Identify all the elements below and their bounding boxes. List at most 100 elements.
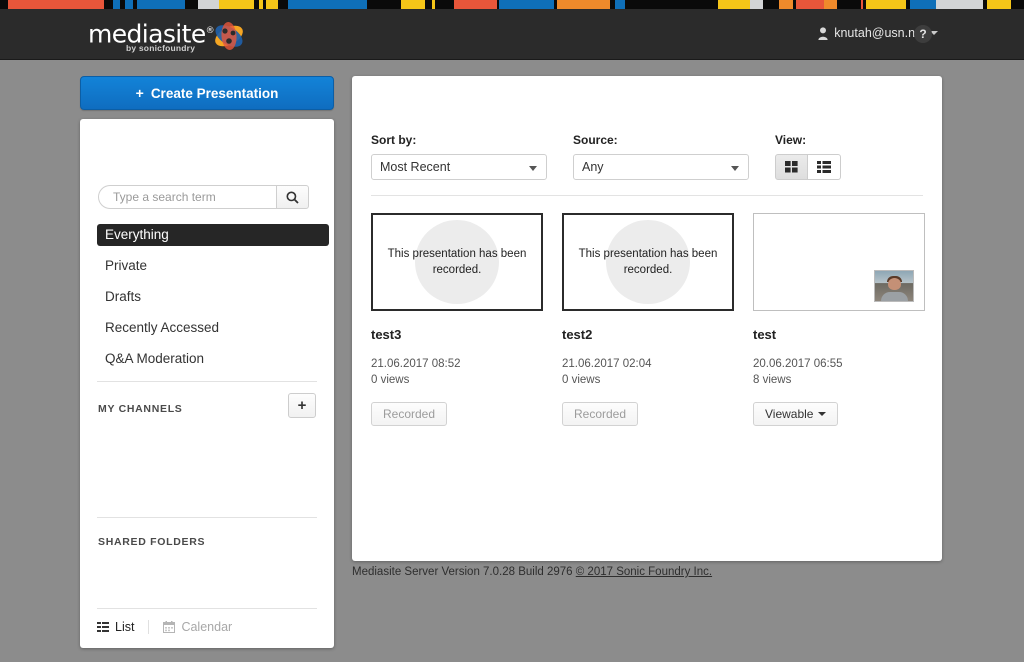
help-button[interactable]: ? [914,25,932,43]
color-strip-segment [277,0,288,9]
color-strip-segment [909,0,937,9]
source-select[interactable]: Any [573,154,749,180]
view-list-button[interactable] [808,154,841,180]
presentation-status-button[interactable]: Recorded [371,402,448,426]
view-toggle [775,154,841,180]
source-value: Any [582,160,604,174]
sidebar-bottom-tabs: List Calendar [97,608,317,634]
color-strip-segment [1010,0,1024,9]
sidebar-panel: Everything Private Drafts Recently Acces… [80,119,334,648]
sidebar-item-private[interactable]: Private [97,255,317,277]
color-strip-segment [287,0,368,9]
shared-folders-heading: SHARED FOLDERS [98,536,206,548]
sort-by-label: Sort by: [371,133,417,147]
presentation-date: 21.06.2017 02:04 [562,358,652,370]
search-button[interactable] [276,185,309,209]
view-group: View: [775,133,841,180]
presentation-status-button[interactable]: Viewable [753,402,839,426]
color-strip-segment [718,0,750,9]
copyright-link[interactable]: © 2017 Sonic Foundry Inc. [576,566,712,578]
color-strip-segment [936,0,983,9]
color-strip-segment [425,0,433,9]
sidebar-item-drafts[interactable]: Drafts [97,286,317,308]
color-strip-segment [615,0,626,9]
presentation-views: 0 views [371,374,410,386]
presentation-date: 21.06.2017 08:52 [371,358,461,370]
sidebar-item-everything[interactable]: Everything [97,224,329,246]
sort-by-group: Sort by: Most Recent [371,133,547,180]
search-row [98,185,309,209]
calendar-icon [163,621,176,633]
presentation-title[interactable]: test3 [371,327,543,342]
presentation-card: This presentation has been recorded. tes… [562,213,734,426]
sidebar-item-qa-moderation[interactable]: Q&A Moderation [97,348,317,370]
color-strip-segment [136,0,185,9]
sort-by-value: Most Recent [380,160,451,174]
color-strip-segment [866,0,907,9]
page-footer: Mediasite Server Version 7.0.28 Build 29… [352,566,712,578]
sort-by-select[interactable]: Most Recent [371,154,547,180]
tab-list-label: List [115,620,135,634]
presentation-status-label: Recorded [574,407,627,421]
sidebar-divider-1 [97,381,317,382]
color-strip-segment [8,0,105,9]
toolbar-divider [371,195,923,196]
view-grid-button[interactable] [775,154,808,180]
search-input[interactable] [98,185,276,209]
color-strip-segment [0,0,9,9]
presentation-status-button[interactable]: Recorded [562,402,639,426]
presentation-status-label: Recorded [383,407,436,421]
add-channel-button[interactable]: + [288,393,316,418]
color-strip-segment [499,0,554,9]
color-strip-segment [104,0,113,9]
sidebar-nav-list: Everything Private Drafts Recently Acces… [97,224,329,379]
color-strip-segment [987,0,1011,9]
color-strip-segment [453,0,497,9]
presentation-status-label: Viewable [765,407,814,421]
user-email-label: knutah@usn.no [834,26,922,40]
chevron-down-icon [818,412,827,416]
sonicfoundry-atom-icon [215,22,243,50]
app-header: mediasite® by sonicfoundry knutah@usn.no… [0,9,1024,60]
presentation-card: This presentation has been recorded. tes… [371,213,543,426]
color-strip-segment [779,0,793,9]
presentation-card: test 20.06.2017 06:55 8 views Viewable [753,213,925,426]
presentation-thumbnail[interactable] [753,213,925,311]
content-toolbar: Sort by: Most Recent Source: Any View: [371,133,867,180]
color-strip-segment [749,0,763,9]
sidebar-divider-2 [97,517,317,518]
create-presentation-label: Create Presentation [150,85,279,101]
create-presentation-button[interactable]: + Create Presentation [80,76,334,110]
presentation-thumbnail[interactable]: This presentation has been recorded. [371,213,543,311]
color-strip-segment [625,0,719,9]
color-strip-segment [367,0,401,9]
person-icon [818,26,828,40]
view-label: View: [775,133,807,147]
sidebar-item-recently-accessed[interactable]: Recently Accessed [97,317,317,339]
list-icon [97,621,109,632]
presentation-title[interactable]: test2 [562,327,734,342]
color-strip-segment [837,0,861,9]
mediasite-logo[interactable]: mediasite® by sonicfoundry [88,17,248,55]
color-strip-segment [125,0,133,9]
presentation-thumbnail[interactable]: This presentation has been recorded. [562,213,734,311]
chevron-down-icon [529,166,537,171]
left-column: + Create Presentation Everything Private… [80,76,334,648]
color-strip-segment [218,0,254,9]
plus-icon: + [135,85,144,101]
tab-calendar[interactable]: Calendar [148,620,246,634]
color-strip-segment [400,0,426,9]
tab-list[interactable]: List [97,620,148,634]
avatar-face [888,278,901,290]
thumbnail-message: This presentation has been recorded. [578,248,718,276]
presentation-title[interactable]: test [753,327,925,342]
decorative-color-strip [0,0,1024,9]
chevron-down-icon [731,166,739,171]
list-view-icon [817,161,831,173]
color-strip-segment [112,0,121,9]
grid-view-icon [785,161,798,173]
color-strip-segment [795,0,825,9]
source-group: Source: Any [573,133,749,180]
tab-calendar-label: Calendar [181,620,233,634]
presentation-views: 8 views [753,374,792,386]
